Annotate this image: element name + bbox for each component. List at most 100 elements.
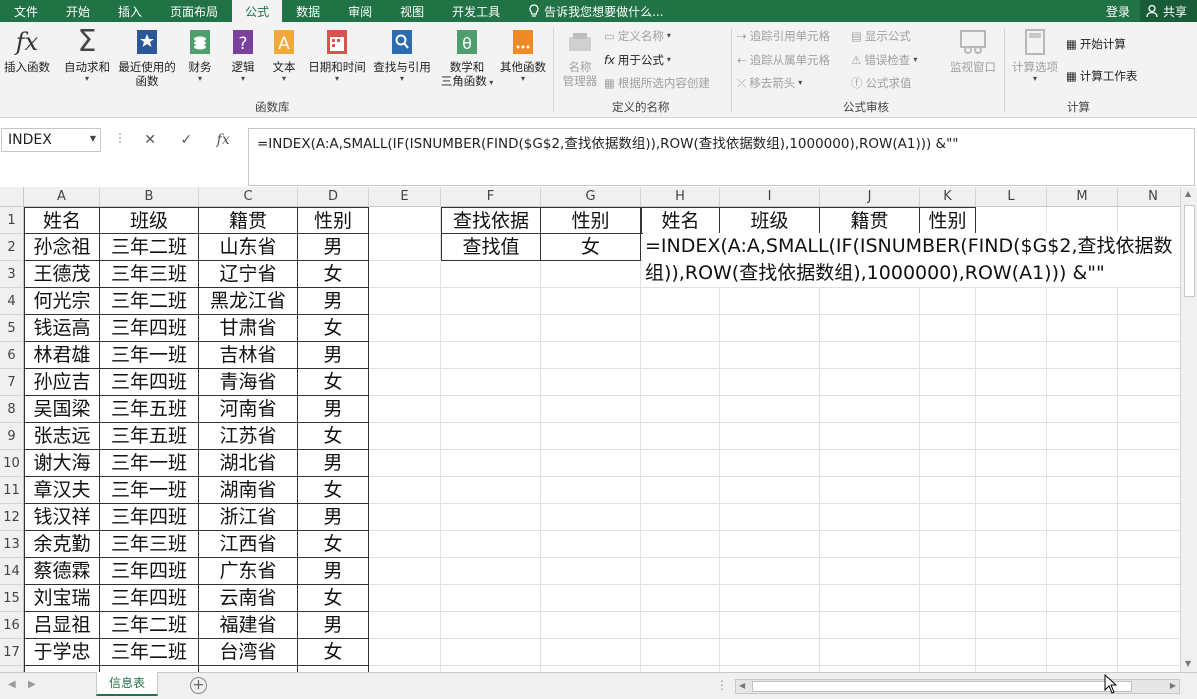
cell[interactable] (920, 288, 976, 315)
row-header[interactable]: 11 (0, 477, 24, 504)
vertical-scrollbar[interactable]: ▲ ▼ (1180, 187, 1197, 672)
column-header[interactable]: A (24, 187, 100, 207)
cell[interactable] (920, 369, 976, 396)
row-header[interactable]: 1 (0, 207, 24, 234)
cell[interactable] (820, 450, 920, 477)
cell[interactable] (541, 396, 641, 423)
table-cell[interactable]: 男 (298, 342, 369, 369)
cell[interactable] (920, 585, 976, 612)
cell[interactable] (641, 423, 720, 450)
column-header[interactable]: E (369, 187, 441, 207)
table-cell[interactable]: 男 (298, 450, 369, 477)
cell[interactable] (441, 342, 541, 369)
show-formulas-button[interactable]: ▤ 显示公式 (851, 26, 911, 46)
lookup-cell-g1[interactable]: 性别 (541, 207, 641, 234)
cell[interactable] (976, 558, 1047, 585)
cell[interactable] (976, 288, 1047, 315)
table-cell[interactable]: 湖北省 (199, 450, 298, 477)
tab-page-layout[interactable]: 页面布局 (156, 0, 232, 22)
table-cell[interactable]: 余克勤 (24, 531, 100, 558)
cell[interactable] (820, 369, 920, 396)
cell[interactable] (920, 531, 976, 558)
cell[interactable] (1118, 558, 1180, 585)
tab-formulas[interactable]: 公式 (232, 0, 283, 22)
cell[interactable] (976, 477, 1047, 504)
cell[interactable] (1118, 369, 1180, 396)
row-header[interactable]: 9 (0, 423, 24, 450)
table-cell[interactable]: 三年五班 (100, 396, 199, 423)
cell[interactable] (720, 612, 820, 639)
row-header[interactable]: 2 (0, 234, 24, 261)
table-header-cell[interactable]: 姓名 (24, 207, 100, 234)
tab-insert[interactable]: 插入 (104, 0, 156, 22)
horizontal-scroll-thumb[interactable] (752, 681, 1132, 692)
table-cell[interactable]: 章汉夫 (24, 477, 100, 504)
logical-button[interactable]: ? 逻辑 ▾ (226, 26, 260, 84)
cell[interactable] (641, 639, 720, 666)
cell[interactable] (976, 207, 1047, 234)
insert-function-button[interactable]: fx 插入函数 (2, 26, 52, 74)
column-header[interactable]: B (100, 187, 199, 207)
table-cell[interactable]: 男 (298, 288, 369, 315)
table-header-cell[interactable]: 性别 (298, 207, 369, 234)
cell[interactable] (920, 639, 976, 666)
cell[interactable] (541, 450, 641, 477)
cell[interactable] (920, 423, 976, 450)
cell[interactable] (720, 504, 820, 531)
table-cell[interactable]: 孙应吉 (24, 369, 100, 396)
math-trig-button[interactable]: θ 数学和 三角函数 ▾ (437, 26, 497, 88)
cell[interactable] (1118, 288, 1180, 315)
cell[interactable] (920, 612, 976, 639)
table-cell[interactable]: 辽宁省 (199, 261, 298, 288)
cell[interactable] (920, 558, 976, 585)
sheet-prev-icon[interactable]: ◀ (8, 679, 16, 690)
table-cell[interactable]: 女 (298, 531, 369, 558)
scroll-up-icon[interactable]: ▲ (1185, 189, 1191, 198)
lookup-button[interactable]: 查找与引用 ▾ (371, 26, 433, 84)
table-cell[interactable]: 三年三班 (100, 531, 199, 558)
lookup-cell-g2[interactable]: 女 (541, 234, 641, 261)
cell[interactable] (369, 531, 441, 558)
sheet-next-icon[interactable]: ▶ (28, 679, 36, 690)
table-cell[interactable]: 三年一班 (100, 450, 199, 477)
cell[interactable] (1118, 450, 1180, 477)
column-header[interactable]: M (1047, 187, 1118, 207)
cell[interactable] (369, 450, 441, 477)
cell[interactable] (820, 585, 920, 612)
table-cell[interactable]: 谢大海 (24, 450, 100, 477)
cell[interactable] (720, 558, 820, 585)
cell[interactable] (541, 612, 641, 639)
cell[interactable] (1118, 315, 1180, 342)
cell[interactable] (976, 612, 1047, 639)
cell[interactable] (441, 477, 541, 504)
table-cell[interactable]: 吴国梁 (24, 396, 100, 423)
cell[interactable] (720, 423, 820, 450)
cell[interactable] (920, 342, 976, 369)
table-cell[interactable]: 女 (298, 477, 369, 504)
cell[interactable] (720, 450, 820, 477)
cell[interactable] (976, 531, 1047, 558)
row-header[interactable]: 3 (0, 261, 24, 288)
cell[interactable] (369, 288, 441, 315)
cell[interactable] (920, 477, 976, 504)
table-cell[interactable]: 三年四班 (100, 315, 199, 342)
cell[interactable] (441, 288, 541, 315)
cell[interactable] (820, 612, 920, 639)
cell[interactable] (976, 585, 1047, 612)
column-header[interactable]: H (641, 187, 720, 207)
cell[interactable] (641, 531, 720, 558)
table-cell[interactable]: 于学忠 (24, 639, 100, 666)
lookup-cell-f2[interactable]: 查找值 (441, 234, 541, 261)
cell[interactable] (641, 315, 720, 342)
table-cell[interactable]: 女 (298, 261, 369, 288)
worksheet-grid[interactable]: ABCDEFGHIJKLMN 1 2 3 4 5 6 7 8 9 10 11 12 13 14 15 16 17… (0, 187, 1180, 672)
table-cell[interactable]: 三年一班 (100, 477, 199, 504)
formula-bar-splitter[interactable]: ⋮ (114, 131, 126, 145)
cell[interactable] (1047, 558, 1118, 585)
row-header[interactable]: 10 (0, 450, 24, 477)
table-cell[interactable]: 男 (298, 558, 369, 585)
cell[interactable] (541, 504, 641, 531)
table-cell[interactable]: 福建省 (199, 612, 298, 639)
cell[interactable] (541, 558, 641, 585)
cell[interactable] (641, 504, 720, 531)
